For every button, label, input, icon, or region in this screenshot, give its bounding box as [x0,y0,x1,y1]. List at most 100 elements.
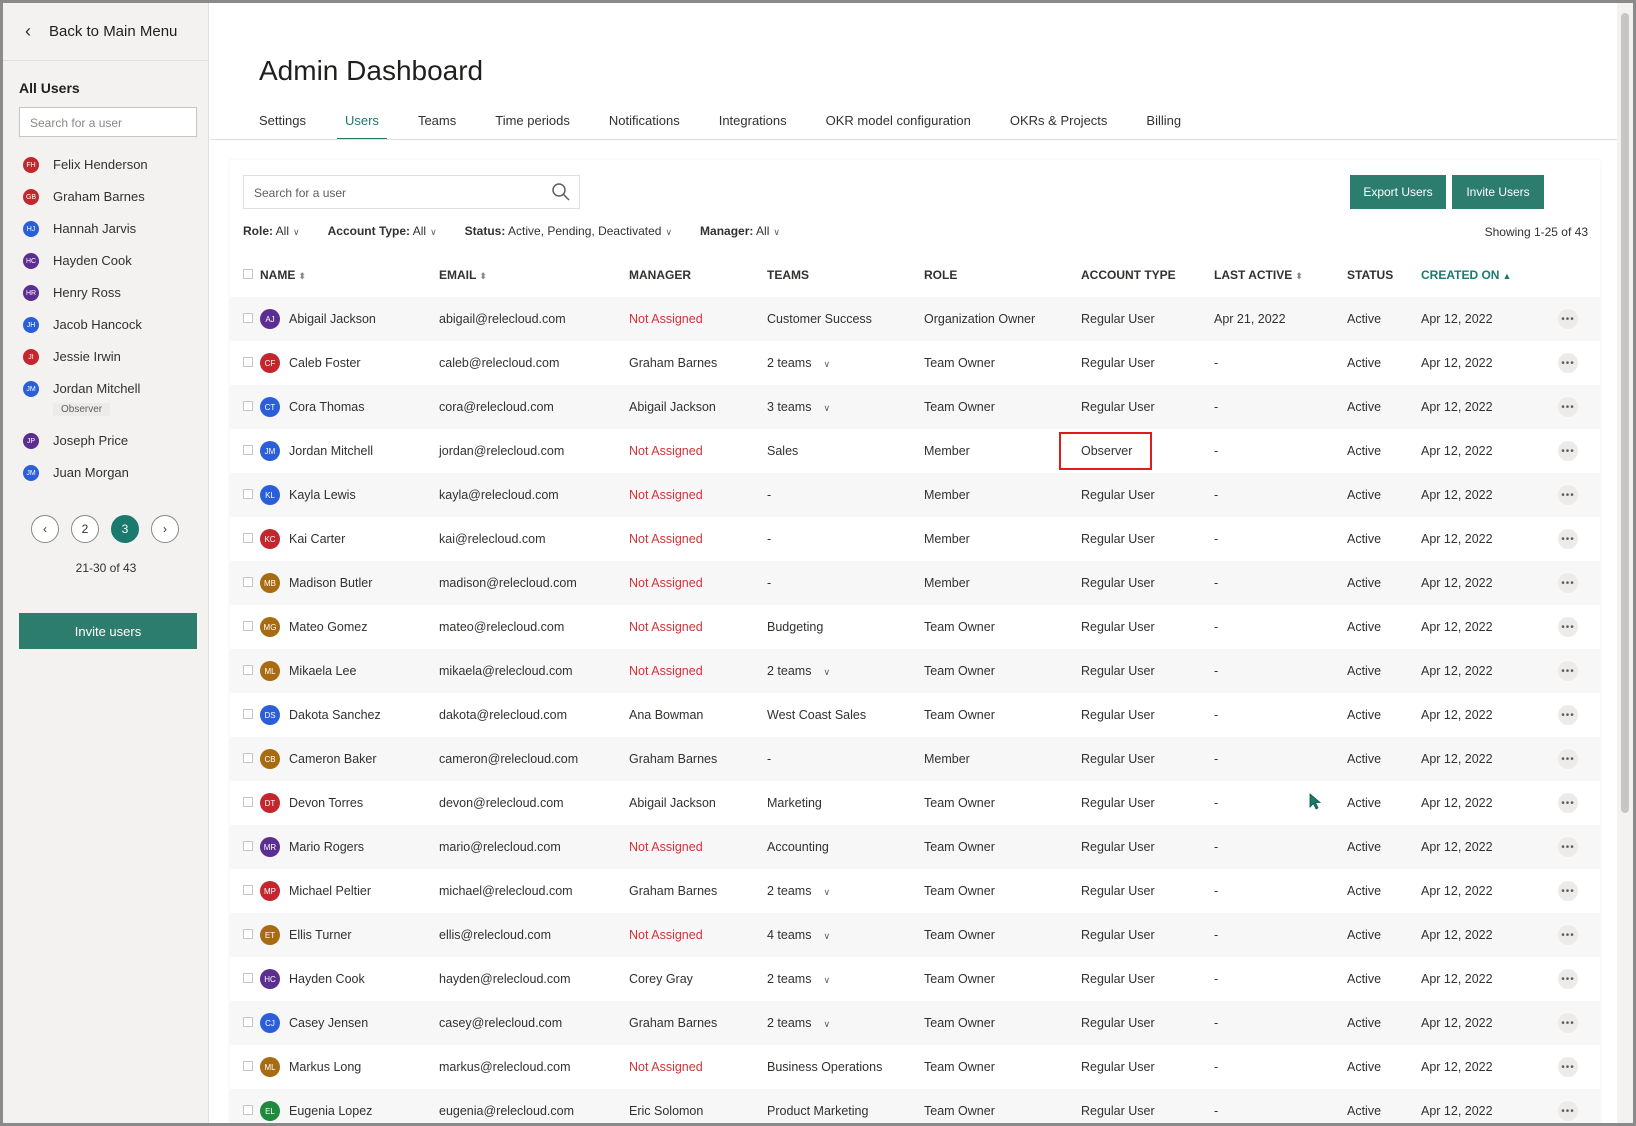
user-name[interactable]: Mateo Gomez [289,620,368,634]
chevron-down-icon[interactable]: ∨ [823,359,830,369]
row-checkbox[interactable] [243,797,253,807]
filter-dropdown[interactable]: Role: All ∨ [243,224,300,238]
row-checkbox[interactable] [243,1061,253,1071]
table-row[interactable]: CJ Casey Jensen casey@relecloud.com Graham … [230,1001,1600,1045]
tab-teams[interactable]: Teams [418,111,456,140]
user-name[interactable]: Ellis Turner [289,928,352,942]
more-options-icon[interactable]: ••• [1558,925,1578,945]
more-options-icon[interactable]: ••• [1558,837,1578,857]
user-name[interactable]: Hayden Cook [289,972,365,986]
user-search-input[interactable]: Search for a user [243,175,580,209]
more-options-icon[interactable]: ••• [1558,1057,1578,1077]
tab-billing[interactable]: Billing [1146,111,1181,140]
chevron-down-icon[interactable]: ∨ [823,403,830,413]
row-checkbox[interactable] [243,709,253,719]
table-row[interactable]: AJ Abigail Jackson abigail@relecloud.com No… [230,297,1600,341]
table-row[interactable]: KC Kai Carter kai@relecloud.com Not Assigne… [230,517,1600,561]
more-options-icon[interactable]: ••• [1558,1101,1578,1121]
more-options-icon[interactable]: ••• [1558,881,1578,901]
more-options-icon[interactable]: ••• [1558,573,1578,593]
invite-users-button[interactable]: Invite Users [1452,175,1544,209]
chevron-down-icon[interactable]: ∨ [823,1019,830,1029]
user-name[interactable]: Caleb Foster [289,356,361,370]
row-checkbox[interactable] [243,489,253,499]
sidebar-user-item[interactable]: FH Felix Henderson [23,155,203,187]
page-button-3[interactable]: 3 [111,515,139,543]
table-row[interactable]: MR Mario Rogers mario@relecloud.com Not Ass… [230,825,1600,869]
sidebar-invite-users-button[interactable]: Invite users [19,613,197,649]
row-checkbox[interactable] [243,533,253,543]
chevron-down-icon[interactable]: ∨ [823,667,830,677]
col-created-on[interactable]: CREATED ON ▲ [1421,253,1558,297]
user-name[interactable]: Kayla Lewis [289,488,356,502]
teams-cell[interactable]: 2 teams ∨ [767,869,924,913]
table-row[interactable]: ML Markus Long markus@relecloud.com Not Ass… [230,1045,1600,1089]
sidebar-user-item[interactable]: JI Jessie Irwin [23,347,203,379]
user-name[interactable]: Casey Jensen [289,1016,368,1030]
page-button-2[interactable]: 2 [71,515,99,543]
table-row[interactable]: CB Cameron Baker cameron@relecloud.com Grah… [230,737,1600,781]
col-name[interactable]: NAME ⬍ [260,253,439,297]
row-checkbox[interactable] [243,357,253,367]
filter-dropdown[interactable]: Status: Active, Pending, Deactivated ∨ [465,224,672,238]
more-options-icon[interactable]: ••• [1558,397,1578,417]
filter-dropdown[interactable]: Manager: All ∨ [700,224,780,238]
teams-cell[interactable]: 2 teams ∨ [767,957,924,1001]
sidebar-user-item[interactable]: HC Hayden Cook [23,251,203,283]
col-email[interactable]: EMAIL ⬍ [439,253,629,297]
teams-cell[interactable]: 2 teams ∨ [767,1001,924,1045]
row-checkbox[interactable] [243,313,253,323]
sidebar-user-item[interactable]: JM Juan Morgan [23,463,203,495]
chevron-down-icon[interactable]: ∨ [823,975,830,985]
more-options-icon[interactable]: ••• [1558,1013,1578,1033]
more-options-icon[interactable]: ••• [1558,309,1578,329]
user-name[interactable]: Eugenia Lopez [289,1104,372,1118]
more-options-icon[interactable]: ••• [1558,793,1578,813]
page-scrollbar[interactable] [1617,3,1633,1123]
scrollbar-thumb[interactable] [1621,13,1629,813]
more-options-icon[interactable]: ••• [1558,529,1578,549]
filter-dropdown[interactable]: Account Type: All ∨ [328,224,437,238]
sidebar-user-item[interactable]: JH Jacob Hancock [23,315,203,347]
more-options-icon[interactable]: ••• [1558,485,1578,505]
more-options-icon[interactable]: ••• [1558,617,1578,637]
tab-okr-model-configuration[interactable]: OKR model configuration [826,111,971,140]
sidebar-user-item[interactable]: JM Jordan Mitchell Observer [23,379,203,431]
table-row[interactable]: CT Cora Thomas cora@relecloud.com Abigail J… [230,385,1600,429]
teams-cell[interactable]: 2 teams ∨ [767,341,924,385]
table-row[interactable]: KL Kayla Lewis kayla@relecloud.com Not Assi… [230,473,1600,517]
table-row[interactable]: DT Devon Torres devon@relecloud.com Abigail… [230,781,1600,825]
user-name[interactable]: Dakota Sanchez [289,708,381,722]
more-options-icon[interactable]: ••• [1558,353,1578,373]
row-checkbox[interactable] [243,401,253,411]
table-row[interactable]: JM Jordan Mitchell jordan@relecloud.com Not… [230,429,1600,473]
tab-time-periods[interactable]: Time periods [495,111,570,140]
user-name[interactable]: Mikaela Lee [289,664,356,678]
back-to-main-menu-link[interactable]: ‹ Back to Main Menu [3,3,208,61]
user-name[interactable]: Madison Butler [289,576,372,590]
sidebar-search-input[interactable]: Search for a user [19,107,197,137]
tab-users[interactable]: Users [336,111,387,140]
teams-cell[interactable]: 2 teams ∨ [767,649,924,693]
row-checkbox[interactable] [243,929,253,939]
sidebar-user-item[interactable]: HR Henry Ross [23,283,203,315]
table-row[interactable]: CF Caleb Foster caleb@relecloud.com Graham … [230,341,1600,385]
select-all-checkbox[interactable] [243,269,253,279]
chevron-down-icon[interactable]: ∨ [823,887,830,897]
user-name[interactable]: Markus Long [289,1060,361,1074]
prev-page-button[interactable]: ‹ [31,515,59,543]
user-name[interactable]: Cora Thomas [289,400,365,414]
user-name[interactable]: Kai Carter [289,532,345,546]
user-name[interactable]: Devon Torres [289,796,363,810]
row-checkbox[interactable] [243,665,253,675]
tab-integrations[interactable]: Integrations [719,111,787,140]
col-last-active[interactable]: LAST ACTIVE ⬍ [1214,253,1347,297]
more-options-icon[interactable]: ••• [1558,969,1578,989]
next-page-button[interactable]: › [151,515,179,543]
sidebar-user-item[interactable]: JP Joseph Price [23,431,203,463]
user-name[interactable]: Cameron Baker [289,752,377,766]
more-options-icon[interactable]: ••• [1558,661,1578,681]
row-checkbox[interactable] [243,973,253,983]
row-checkbox[interactable] [243,621,253,631]
table-row[interactable]: MB Madison Butler madison@relecloud.com Not… [230,561,1600,605]
